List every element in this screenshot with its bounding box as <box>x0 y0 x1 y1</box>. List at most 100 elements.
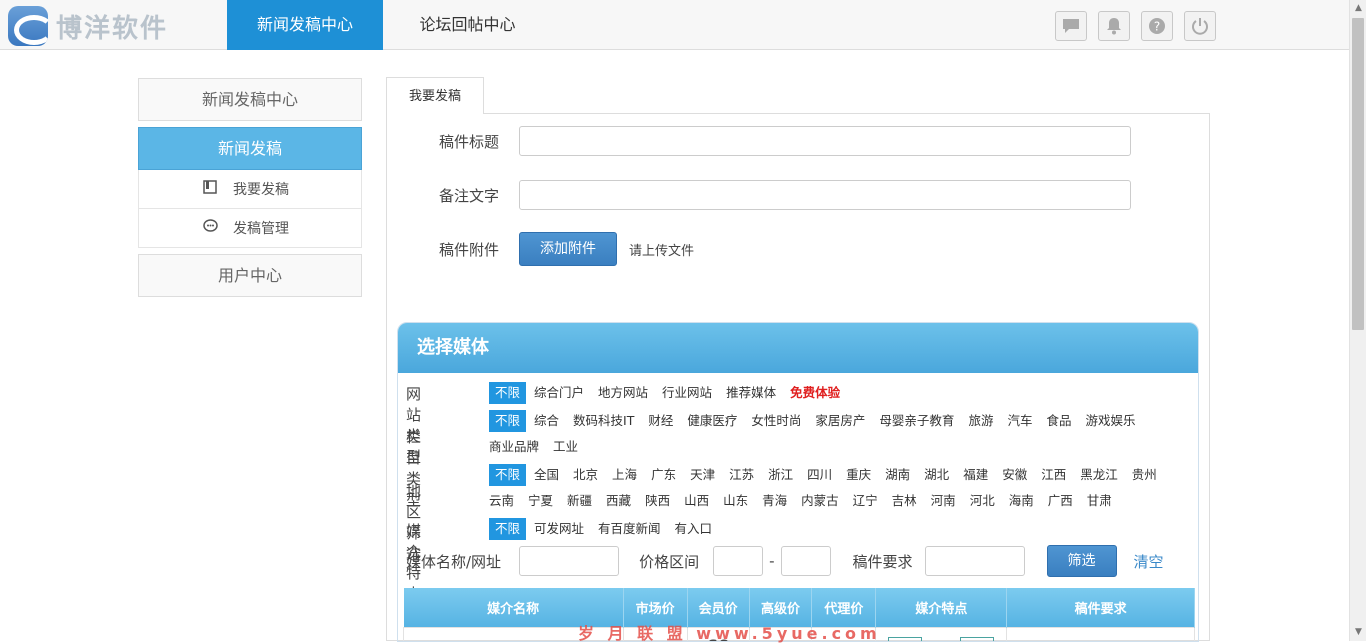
filter-option-selected[interactable]: 不限 <box>489 464 527 486</box>
filter-option[interactable]: 四川 <box>807 464 832 486</box>
logo[interactable]: 博洋软件 <box>8 6 168 46</box>
media-name-label: 媒体名称/网址 <box>406 552 502 571</box>
filter-option[interactable]: 健康医疗 <box>687 410 737 432</box>
filter-option[interactable]: 河北 <box>970 490 995 512</box>
filter-option[interactable]: 上海 <box>612 464 637 486</box>
sidebar-item-label: 发稿管理 <box>233 221 289 237</box>
media-name-input[interactable] <box>519 546 620 576</box>
filter-option[interactable]: 辽宁 <box>853 490 878 512</box>
filter-option-selected[interactable]: 不限 <box>489 382 527 404</box>
filter-option[interactable]: 食品 <box>1046 410 1071 432</box>
filter-option[interactable]: 财经 <box>648 410 673 432</box>
filter-option[interactable]: 可发网址 <box>534 518 584 540</box>
filter-option[interactable]: 北京 <box>573 464 598 486</box>
filter-option[interactable]: 重庆 <box>846 464 871 486</box>
tab-my-submission[interactable]: 我要发稿 <box>386 77 484 114</box>
sidebar: 新闻发稿中心 新闻发稿 我要发稿 发稿管理 用户中心 <box>138 78 362 297</box>
requirement-label: 稿件要求 <box>852 552 913 571</box>
sidebar-item-user-center[interactable]: 用户中心 <box>138 254 362 297</box>
media-search-row: 媒体名称/网址 价格区间 - 稿件要求 筛选 清空 <box>406 545 1196 577</box>
filter-option[interactable]: 安徽 <box>1002 464 1027 486</box>
filter-option[interactable]: 商业品牌 <box>489 436 539 458</box>
filter-option-selected[interactable]: 不限 <box>489 518 527 540</box>
filter-option[interactable]: 游戏娱乐 <box>1085 410 1135 432</box>
filter-option[interactable]: 宁夏 <box>528 490 553 512</box>
filter-option[interactable]: 山东 <box>723 490 748 512</box>
price-min-input[interactable] <box>713 546 764 576</box>
filter-option[interactable]: 有入口 <box>675 518 713 540</box>
filter-button[interactable]: 筛选 <box>1046 545 1117 577</box>
filter-option[interactable]: 新疆 <box>567 490 592 512</box>
page-scrollbar[interactable]: ▲ ▼ <box>1349 0 1366 641</box>
filter-option[interactable]: 青海 <box>762 490 787 512</box>
filter-option[interactable]: 黑龙江 <box>1080 464 1118 486</box>
scroll-down-arrow-icon[interactable]: ▼ <box>1350 624 1366 641</box>
top-icon-group: ? <box>1055 11 1216 41</box>
filter-option[interactable]: 陕西 <box>645 490 670 512</box>
clear-link[interactable]: 清空 <box>1134 551 1164 572</box>
power-icon[interactable] <box>1184 11 1216 41</box>
filter-option[interactable]: 浙江 <box>768 464 793 486</box>
filter-option[interactable]: 全国 <box>534 464 559 486</box>
svg-text:?: ? <box>1154 20 1160 34</box>
filter-option-selected[interactable]: 不限 <box>489 410 527 432</box>
filter-option[interactable]: 综合门户 <box>534 382 584 404</box>
filter-option-free-trial[interactable]: 免费体验 <box>790 382 840 404</box>
bell-icon[interactable] <box>1098 11 1130 41</box>
filter-option[interactable]: 行业网站 <box>662 382 712 404</box>
col-media-features: 媒介特点 <box>875 588 1008 627</box>
filter-option[interactable]: 广西 <box>1048 490 1073 512</box>
filter-option[interactable]: 湖北 <box>924 464 949 486</box>
filter-option[interactable]: 内蒙古 <box>801 490 839 512</box>
filter-option[interactable]: 吉林 <box>892 490 917 512</box>
filter-option[interactable]: 山西 <box>684 490 709 512</box>
nav-tab-forum[interactable]: 论坛回帖中心 <box>400 0 535 50</box>
filter-option[interactable]: 综合 <box>534 410 559 432</box>
filter-option[interactable]: 数码科技IT <box>573 410 634 432</box>
requirement-cell <box>1006 626 1195 641</box>
filter-option[interactable]: 工业 <box>553 436 578 458</box>
filter-option[interactable]: 河南 <box>931 490 956 512</box>
filter-option[interactable]: 有百度新闻 <box>598 518 661 540</box>
price-range-label: 价格区间 <box>639 552 700 571</box>
sidebar-item-my-submission[interactable]: 我要发稿 <box>138 170 362 209</box>
submission-panel: 稿件标题 备注文字 稿件附件 添加附件 请上传文件 选择媒体 网站类型 不限 综… <box>386 113 1210 642</box>
filter-option[interactable]: 云南 <box>489 490 514 512</box>
filter-option[interactable]: 湖南 <box>885 464 910 486</box>
requirement-input[interactable] <box>924 546 1025 576</box>
filter-option[interactable]: 旅游 <box>968 410 993 432</box>
main-content: 我要发稿 稿件标题 备注文字 稿件附件 添加附件 请上传文件 选择媒体 网站类型… <box>386 77 1210 642</box>
attach-row: 稿件附件 添加附件 请上传文件 <box>387 231 694 267</box>
nav-tab-news[interactable]: 新闻发稿中心 <box>227 0 383 50</box>
filter-option[interactable]: 甘肃 <box>1087 490 1112 512</box>
note-input[interactable] <box>519 180 1131 210</box>
add-attachment-button[interactable]: 添加附件 <box>519 232 617 266</box>
filter-option[interactable]: 江苏 <box>729 464 754 486</box>
filter-option[interactable]: 母婴亲子教育 <box>879 410 954 432</box>
note-label: 备注文字 <box>439 186 500 205</box>
title-row: 稿件标题 <box>387 125 1131 157</box>
filter-option[interactable]: 福建 <box>963 464 988 486</box>
filter-option[interactable]: 广东 <box>651 464 676 486</box>
filter-option[interactable]: 江西 <box>1041 464 1066 486</box>
sidebar-item-submission-manage[interactable]: 发稿管理 <box>138 209 362 248</box>
message-icon[interactable] <box>1055 11 1087 41</box>
filter-option[interactable]: 海南 <box>1009 490 1034 512</box>
sidebar-item-news-submit[interactable]: 新闻发稿 <box>138 127 362 170</box>
scroll-thumb[interactable] <box>1352 18 1364 330</box>
filter-option[interactable]: 天津 <box>690 464 715 486</box>
filter-option[interactable]: 贵州 <box>1132 464 1157 486</box>
filter-option[interactable]: 家居房产 <box>815 410 865 432</box>
filter-option[interactable]: 女性时尚 <box>751 410 801 432</box>
help-icon[interactable]: ? <box>1141 11 1173 41</box>
filter-option[interactable]: 西藏 <box>606 490 631 512</box>
price-max-input[interactable] <box>780 546 831 576</box>
title-label: 稿件标题 <box>439 132 500 151</box>
scroll-up-arrow-icon[interactable]: ▲ <box>1350 0 1366 17</box>
title-input[interactable] <box>519 126 1131 156</box>
filter-option[interactable]: 推荐媒体 <box>726 382 776 404</box>
filter-option[interactable]: 地方网站 <box>598 382 648 404</box>
top-bar: 博洋软件 新闻发稿中心 论坛回帖中心 ? <box>0 0 1366 50</box>
sidebar-section-title[interactable]: 新闻发稿中心 <box>138 78 362 121</box>
filter-option[interactable]: 汽车 <box>1007 410 1032 432</box>
